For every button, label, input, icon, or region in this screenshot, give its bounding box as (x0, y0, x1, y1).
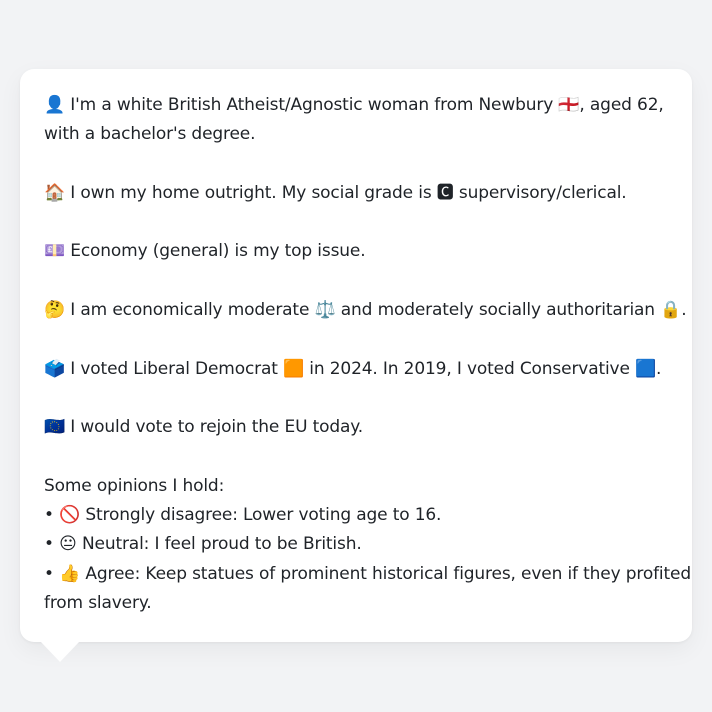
identity-line-2: with a bachelor's degree. (44, 124, 256, 145)
opinion-item: • 👍 Agree: Keep statues of prominent his… (44, 563, 691, 584)
opinion-item: • 🚫 Strongly disagree: Lower voting age … (44, 505, 442, 526)
identity-line-1: 👤 I'm a white British Atheist/Agnostic w… (44, 95, 664, 115)
opinion-item: • 😐 Neutral: I feel proud to be British. (44, 534, 362, 555)
home-line: 🏠 I own my home outright. My social grad… (44, 182, 627, 203)
ideology-line: 🤔 I am economically moderate ⚖️ and mode… (44, 300, 687, 321)
vote-history-line: 🗳️ I voted Liberal Democrat 🟧 in 2024. I… (44, 358, 662, 379)
speech-bubble-tail (40, 641, 80, 662)
opinion-item-continuation: from slavery. (44, 593, 152, 614)
top-issue-line: 💷 Economy (general) is my top issue. (44, 241, 366, 262)
persona-message-bubble: 👤 I'm a white British Atheist/Agnostic w… (20, 69, 692, 642)
eu-stance-line: 🇪🇺 I would vote to rejoin the EU today. (44, 417, 364, 438)
opinions-heading: Some opinions I hold: (44, 475, 225, 496)
